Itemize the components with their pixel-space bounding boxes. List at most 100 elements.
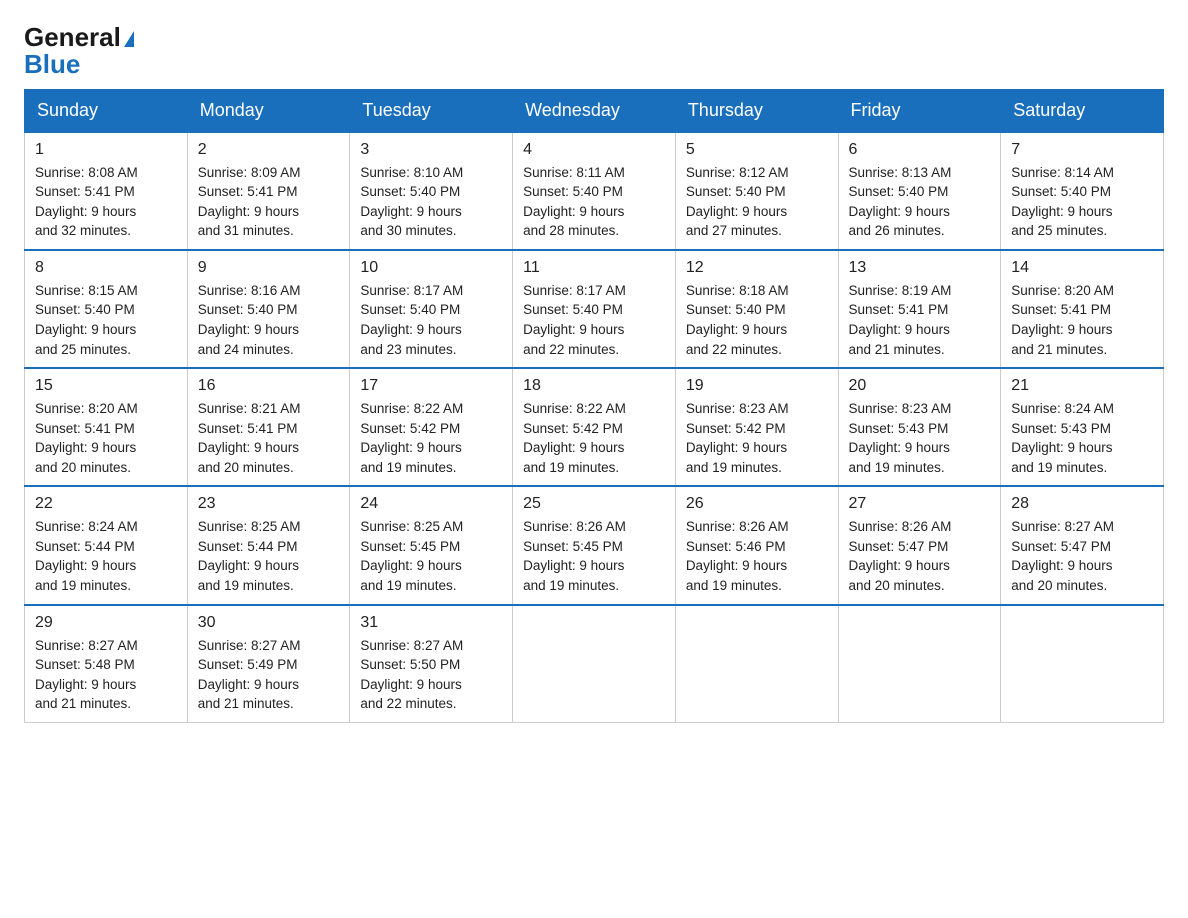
day-info: Sunrise: 8:27 AM Sunset: 5:50 PM Dayligh… <box>360 636 502 714</box>
weekday-header-monday: Monday <box>187 89 350 132</box>
day-number: 5 <box>686 141 828 159</box>
day-cell-30: 30 Sunrise: 8:27 AM Sunset: 5:49 PM Dayl… <box>187 605 350 723</box>
day-cell-17: 17 Sunrise: 8:22 AM Sunset: 5:42 PM Dayl… <box>350 368 513 486</box>
day-cell-14: 14 Sunrise: 8:20 AM Sunset: 5:41 PM Dayl… <box>1001 250 1164 368</box>
day-info: Sunrise: 8:20 AM Sunset: 5:41 PM Dayligh… <box>1011 281 1153 359</box>
day-number: 6 <box>849 141 991 159</box>
day-info: Sunrise: 8:23 AM Sunset: 5:43 PM Dayligh… <box>849 399 991 477</box>
page-header: General Blue <box>24 24 1164 79</box>
day-number: 10 <box>360 259 502 277</box>
weekday-header-row: SundayMondayTuesdayWednesdayThursdayFrid… <box>25 89 1164 132</box>
day-info: Sunrise: 8:18 AM Sunset: 5:40 PM Dayligh… <box>686 281 828 359</box>
day-number: 1 <box>35 141 177 159</box>
logo-general: General <box>24 24 134 51</box>
day-info: Sunrise: 8:12 AM Sunset: 5:40 PM Dayligh… <box>686 163 828 241</box>
day-number: 21 <box>1011 377 1153 395</box>
day-cell-12: 12 Sunrise: 8:18 AM Sunset: 5:40 PM Dayl… <box>675 250 838 368</box>
day-number: 25 <box>523 495 665 513</box>
day-number: 14 <box>1011 259 1153 277</box>
day-number: 11 <box>523 259 665 277</box>
day-cell-3: 3 Sunrise: 8:10 AM Sunset: 5:40 PM Dayli… <box>350 132 513 250</box>
day-number: 23 <box>198 495 340 513</box>
day-number: 26 <box>686 495 828 513</box>
day-cell-19: 19 Sunrise: 8:23 AM Sunset: 5:42 PM Dayl… <box>675 368 838 486</box>
day-cell-28: 28 Sunrise: 8:27 AM Sunset: 5:47 PM Dayl… <box>1001 486 1164 604</box>
empty-cell <box>838 605 1001 723</box>
day-number: 16 <box>198 377 340 395</box>
day-cell-5: 5 Sunrise: 8:12 AM Sunset: 5:40 PM Dayli… <box>675 132 838 250</box>
day-number: 28 <box>1011 495 1153 513</box>
day-info: Sunrise: 8:22 AM Sunset: 5:42 PM Dayligh… <box>360 399 502 477</box>
day-cell-1: 1 Sunrise: 8:08 AM Sunset: 5:41 PM Dayli… <box>25 132 188 250</box>
week-row-3: 15 Sunrise: 8:20 AM Sunset: 5:41 PM Dayl… <box>25 368 1164 486</box>
day-cell-18: 18 Sunrise: 8:22 AM Sunset: 5:42 PM Dayl… <box>513 368 676 486</box>
weekday-header-tuesday: Tuesday <box>350 89 513 132</box>
day-info: Sunrise: 8:26 AM Sunset: 5:47 PM Dayligh… <box>849 517 991 595</box>
day-number: 22 <box>35 495 177 513</box>
day-info: Sunrise: 8:09 AM Sunset: 5:41 PM Dayligh… <box>198 163 340 241</box>
day-number: 13 <box>849 259 991 277</box>
day-info: Sunrise: 8:27 AM Sunset: 5:47 PM Dayligh… <box>1011 517 1153 595</box>
day-number: 12 <box>686 259 828 277</box>
day-info: Sunrise: 8:11 AM Sunset: 5:40 PM Dayligh… <box>523 163 665 241</box>
day-number: 19 <box>686 377 828 395</box>
day-number: 31 <box>360 614 502 632</box>
week-row-1: 1 Sunrise: 8:08 AM Sunset: 5:41 PM Dayli… <box>25 132 1164 250</box>
day-info: Sunrise: 8:19 AM Sunset: 5:41 PM Dayligh… <box>849 281 991 359</box>
day-cell-15: 15 Sunrise: 8:20 AM Sunset: 5:41 PM Dayl… <box>25 368 188 486</box>
day-info: Sunrise: 8:26 AM Sunset: 5:46 PM Dayligh… <box>686 517 828 595</box>
day-info: Sunrise: 8:15 AM Sunset: 5:40 PM Dayligh… <box>35 281 177 359</box>
empty-cell <box>675 605 838 723</box>
weekday-header-thursday: Thursday <box>675 89 838 132</box>
logo: General Blue <box>24 24 134 79</box>
day-info: Sunrise: 8:17 AM Sunset: 5:40 PM Dayligh… <box>523 281 665 359</box>
day-info: Sunrise: 8:25 AM Sunset: 5:44 PM Dayligh… <box>198 517 340 595</box>
day-cell-16: 16 Sunrise: 8:21 AM Sunset: 5:41 PM Dayl… <box>187 368 350 486</box>
day-cell-2: 2 Sunrise: 8:09 AM Sunset: 5:41 PM Dayli… <box>187 132 350 250</box>
day-cell-8: 8 Sunrise: 8:15 AM Sunset: 5:40 PM Dayli… <box>25 250 188 368</box>
day-info: Sunrise: 8:14 AM Sunset: 5:40 PM Dayligh… <box>1011 163 1153 241</box>
day-number: 4 <box>523 141 665 159</box>
week-row-5: 29 Sunrise: 8:27 AM Sunset: 5:48 PM Dayl… <box>25 605 1164 723</box>
day-number: 29 <box>35 614 177 632</box>
weekday-header-friday: Friday <box>838 89 1001 132</box>
day-info: Sunrise: 8:24 AM Sunset: 5:43 PM Dayligh… <box>1011 399 1153 477</box>
day-cell-25: 25 Sunrise: 8:26 AM Sunset: 5:45 PM Dayl… <box>513 486 676 604</box>
day-info: Sunrise: 8:08 AM Sunset: 5:41 PM Dayligh… <box>35 163 177 241</box>
day-info: Sunrise: 8:24 AM Sunset: 5:44 PM Dayligh… <box>35 517 177 595</box>
day-cell-29: 29 Sunrise: 8:27 AM Sunset: 5:48 PM Dayl… <box>25 605 188 723</box>
day-number: 18 <box>523 377 665 395</box>
day-cell-11: 11 Sunrise: 8:17 AM Sunset: 5:40 PM Dayl… <box>513 250 676 368</box>
day-number: 15 <box>35 377 177 395</box>
weekday-header-wednesday: Wednesday <box>513 89 676 132</box>
day-info: Sunrise: 8:27 AM Sunset: 5:49 PM Dayligh… <box>198 636 340 714</box>
empty-cell <box>1001 605 1164 723</box>
day-cell-26: 26 Sunrise: 8:26 AM Sunset: 5:46 PM Dayl… <box>675 486 838 604</box>
day-info: Sunrise: 8:21 AM Sunset: 5:41 PM Dayligh… <box>198 399 340 477</box>
day-cell-6: 6 Sunrise: 8:13 AM Sunset: 5:40 PM Dayli… <box>838 132 1001 250</box>
day-cell-21: 21 Sunrise: 8:24 AM Sunset: 5:43 PM Dayl… <box>1001 368 1164 486</box>
day-info: Sunrise: 8:17 AM Sunset: 5:40 PM Dayligh… <box>360 281 502 359</box>
week-row-4: 22 Sunrise: 8:24 AM Sunset: 5:44 PM Dayl… <box>25 486 1164 604</box>
day-number: 30 <box>198 614 340 632</box>
empty-cell <box>513 605 676 723</box>
day-number: 2 <box>198 141 340 159</box>
day-number: 20 <box>849 377 991 395</box>
day-info: Sunrise: 8:27 AM Sunset: 5:48 PM Dayligh… <box>35 636 177 714</box>
week-row-2: 8 Sunrise: 8:15 AM Sunset: 5:40 PM Dayli… <box>25 250 1164 368</box>
day-cell-31: 31 Sunrise: 8:27 AM Sunset: 5:50 PM Dayl… <box>350 605 513 723</box>
day-cell-10: 10 Sunrise: 8:17 AM Sunset: 5:40 PM Dayl… <box>350 250 513 368</box>
day-cell-23: 23 Sunrise: 8:25 AM Sunset: 5:44 PM Dayl… <box>187 486 350 604</box>
day-info: Sunrise: 8:23 AM Sunset: 5:42 PM Dayligh… <box>686 399 828 477</box>
day-cell-7: 7 Sunrise: 8:14 AM Sunset: 5:40 PM Dayli… <box>1001 132 1164 250</box>
day-cell-4: 4 Sunrise: 8:11 AM Sunset: 5:40 PM Dayli… <box>513 132 676 250</box>
day-info: Sunrise: 8:13 AM Sunset: 5:40 PM Dayligh… <box>849 163 991 241</box>
day-number: 8 <box>35 259 177 277</box>
day-info: Sunrise: 8:20 AM Sunset: 5:41 PM Dayligh… <box>35 399 177 477</box>
day-number: 7 <box>1011 141 1153 159</box>
day-cell-27: 27 Sunrise: 8:26 AM Sunset: 5:47 PM Dayl… <box>838 486 1001 604</box>
day-info: Sunrise: 8:10 AM Sunset: 5:40 PM Dayligh… <box>360 163 502 241</box>
day-info: Sunrise: 8:26 AM Sunset: 5:45 PM Dayligh… <box>523 517 665 595</box>
day-cell-9: 9 Sunrise: 8:16 AM Sunset: 5:40 PM Dayli… <box>187 250 350 368</box>
weekday-header-sunday: Sunday <box>25 89 188 132</box>
